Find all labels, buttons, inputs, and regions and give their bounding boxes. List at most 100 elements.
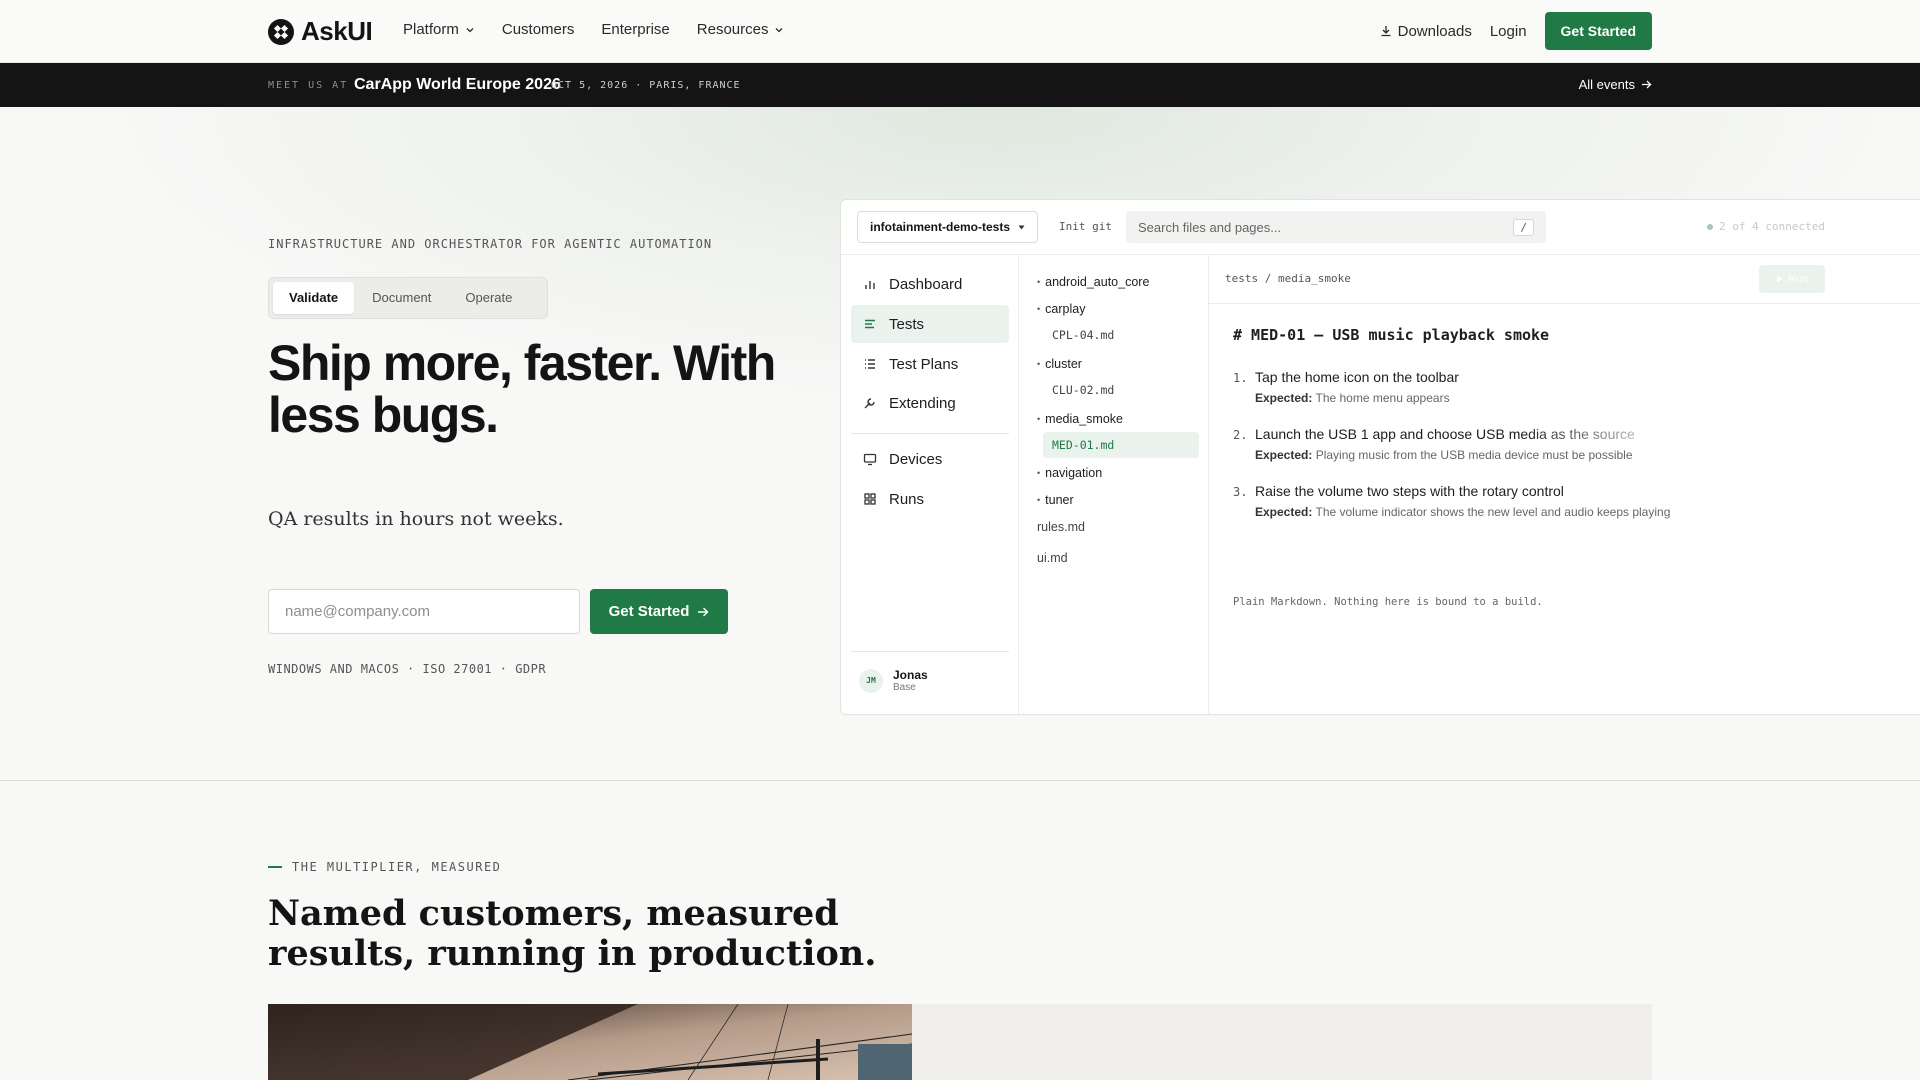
chevron-down-icon bbox=[466, 27, 474, 32]
tree-folder-cluster[interactable]: • cluster bbox=[1037, 357, 1082, 371]
editor-divider bbox=[1209, 303, 1920, 304]
tree-file-clu[interactable]: CLU-02.md bbox=[1052, 383, 1114, 397]
nav-link-platform[interactable]: Platform bbox=[403, 21, 475, 38]
app-sidebar: Dashboard Tests Test Plans Extending Dev… bbox=[841, 255, 1019, 714]
user-profile[interactable]: JM Jonas Base bbox=[859, 668, 928, 693]
hero-subheadline: QA results in hours not weeks. bbox=[268, 508, 564, 530]
all-events-label: All events bbox=[1578, 77, 1635, 92]
run-label: Run bbox=[1787, 273, 1809, 285]
event-date: OCT 5, 2026 · PARIS, FRANCE bbox=[551, 80, 741, 91]
nav-link-resources[interactable]: Resources bbox=[697, 21, 785, 38]
nav-link-enterprise[interactable]: Enterprise bbox=[601, 21, 669, 38]
bar-chart-icon bbox=[865, 281, 875, 289]
editor-footnote: Plain Markdown. Nothing here is bound to… bbox=[1233, 596, 1543, 608]
brand-name: AskUI bbox=[301, 16, 373, 46]
folder-bullet-icon: • bbox=[1037, 468, 1041, 478]
breadcrumb: tests / media_smoke bbox=[1225, 272, 1351, 285]
hero-get-started-button[interactable]: Get Started bbox=[590, 589, 728, 634]
user-info: Jonas Base bbox=[893, 668, 928, 693]
download-icon bbox=[1381, 26, 1391, 37]
nav-link-label: Enterprise bbox=[601, 21, 670, 38]
init-git-button[interactable]: Init git bbox=[1059, 220, 1112, 233]
tree-file-rules[interactable]: rules.md bbox=[1037, 520, 1085, 534]
test-step: 1. Tap the home icon on the toolbar Expe… bbox=[1233, 369, 1459, 405]
run-button[interactable]: Run bbox=[1759, 265, 1825, 293]
sidebar-item-extending[interactable]: Extending bbox=[851, 384, 1009, 422]
sidebar-item-label: Runs bbox=[889, 490, 925, 508]
expected-label: Expected: bbox=[1255, 448, 1313, 462]
downloads-link[interactable]: Downloads bbox=[1380, 23, 1472, 40]
railway-photo-image bbox=[268, 1004, 912, 1080]
sidebar-item-label: Devices bbox=[889, 450, 943, 468]
file-tree: • android_auto_core • carplay CPL-04.md • c… bbox=[1019, 255, 1209, 714]
tree-folder-media-smoke[interactable]: • media_smoke bbox=[1037, 412, 1123, 426]
user-plan: Base bbox=[893, 682, 916, 693]
repo-selector[interactable]: infotainment-demo-tests bbox=[857, 211, 1039, 243]
expected-text: The volume indicator shows the new level… bbox=[1315, 505, 1671, 519]
folder-bullet-icon: • bbox=[1037, 304, 1041, 314]
compliance-badges: WINDOWS AND MACOS · ISO 27001 · GDPR bbox=[268, 662, 547, 676]
sidebar-item-test-plans[interactable]: Test Plans bbox=[851, 345, 1009, 383]
tree-item-label: tuner bbox=[1045, 493, 1074, 507]
tree-file-med-selected[interactable]: MED-01.md bbox=[1043, 432, 1199, 458]
wrench-icon bbox=[864, 398, 875, 409]
sidebar-item-dashboard[interactable]: Dashboard bbox=[851, 265, 1009, 303]
event-banner: MEET US AT CarApp World Europe 2026 OCT … bbox=[0, 63, 1920, 107]
caret-down-icon bbox=[1018, 225, 1025, 229]
folder-bullet-icon: • bbox=[1037, 414, 1041, 424]
repo-name: infotainment-demo-tests bbox=[870, 220, 1011, 234]
section-divider bbox=[0, 780, 1920, 781]
hero-cta-label: Get Started bbox=[608, 603, 690, 620]
sidebar-item-label: Test Plans bbox=[889, 355, 959, 373]
chevron-down-icon bbox=[776, 27, 783, 32]
avatar: JM bbox=[859, 668, 883, 693]
nav-link-label: Resources bbox=[696, 21, 769, 38]
tree-folder-carplay[interactable]: • carplay bbox=[1037, 302, 1085, 316]
nav-actions: Downloads Login Get Started bbox=[1380, 12, 1652, 50]
tree-item-label: carplay bbox=[1045, 302, 1086, 316]
step-content: Raise the volume two steps with the rota… bbox=[1255, 483, 1670, 519]
eyebrow-dash bbox=[268, 866, 282, 868]
all-events-link[interactable]: All events bbox=[1579, 77, 1652, 92]
sidebar-item-label: Tests bbox=[889, 315, 925, 333]
tab-operate[interactable]: Operate bbox=[449, 282, 528, 314]
test-step: 3. Raise the volume two steps with the r… bbox=[1233, 483, 1670, 519]
expected-label: Expected: bbox=[1255, 391, 1313, 405]
markdown-editor: tests / media_smoke Run # MED-01 — USB m… bbox=[1209, 255, 1920, 714]
user-name: Jonas bbox=[893, 668, 928, 682]
step-action: Launch the USB 1 app and choose USB medi… bbox=[1255, 426, 1635, 442]
tab-validate[interactable]: Validate bbox=[273, 282, 355, 314]
tree-folder-tuner[interactable]: • tuner bbox=[1037, 493, 1074, 507]
email-input[interactable] bbox=[268, 589, 580, 634]
tab-document[interactable]: Document bbox=[356, 282, 447, 314]
tree-folder-navigation[interactable]: • navigation bbox=[1037, 466, 1102, 480]
sidebar-item-label: Dashboard bbox=[889, 275, 963, 293]
get-started-button[interactable]: Get Started bbox=[1544, 12, 1652, 50]
step-expected: Expected: Playing music from the USB med… bbox=[1255, 448, 1635, 462]
folder-bullet-icon: • bbox=[1037, 495, 1041, 505]
tree-file-ui[interactable]: ui.md bbox=[1037, 551, 1068, 565]
search-shortcut-key: / bbox=[1513, 218, 1534, 236]
event-title[interactable]: CarApp World Europe 2026 bbox=[354, 76, 561, 94]
folder-bullet-icon: • bbox=[1037, 277, 1041, 287]
sidebar-item-tests[interactable]: Tests bbox=[851, 305, 1009, 343]
sidebar-item-runs[interactable]: Runs bbox=[851, 480, 1009, 518]
hero-eyebrow: INFRASTRUCTURE AND ORCHESTRATOR FOR AGEN… bbox=[268, 237, 713, 251]
checklist-icon bbox=[865, 359, 875, 369]
askui-logo-icon bbox=[268, 18, 294, 45]
markdown-heading: # MED-01 — USB music playback smoke bbox=[1233, 326, 1550, 344]
search-box[interactable]: Search files and pages... / bbox=[1126, 211, 1546, 243]
event-meet-label: MEET US AT bbox=[268, 80, 349, 91]
login-link[interactable]: Login bbox=[1490, 23, 1527, 40]
tree-folder-android-auto-core[interactable]: • android_auto_core bbox=[1037, 275, 1149, 289]
brand-logo[interactable]: AskUI bbox=[267, 16, 373, 47]
step-expected: Expected: The home menu appears bbox=[1255, 391, 1459, 405]
customer-card-panel bbox=[912, 1004, 1652, 1080]
customer-photo bbox=[268, 1004, 912, 1080]
nav-link-customers[interactable]: Customers bbox=[502, 21, 575, 38]
top-nav: AskUI Platform Customers Enterprise Reso… bbox=[0, 0, 1920, 63]
test-step: 2. Launch the USB 1 app and choose USB m… bbox=[1233, 426, 1635, 462]
tree-file-cpl[interactable]: CPL-04.md bbox=[1052, 328, 1114, 342]
sidebar-item-devices[interactable]: Devices bbox=[851, 440, 1009, 478]
expected-text: Playing music from the USB media device … bbox=[1315, 448, 1633, 462]
